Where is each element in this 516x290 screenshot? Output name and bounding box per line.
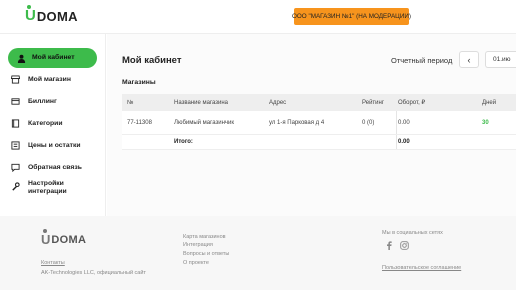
table-total-row: Итого: 0.00: [122, 135, 516, 150]
book-icon: [8, 119, 22, 128]
logo-mark: U: [25, 5, 36, 24]
footer-logo[interactable]: U DOMA: [41, 229, 87, 248]
sidebar-item-feedback[interactable]: Обратная связь: [8, 163, 97, 172]
period-prev-button[interactable]: ‹: [459, 51, 479, 68]
logo-mark: U: [41, 229, 50, 248]
period-date-field[interactable]: 01.ию: [485, 51, 516, 68]
col-header-name: Название магазина: [174, 99, 229, 106]
sidebar-item-label: Категории: [28, 119, 63, 127]
sidebar-item-label: Мой кабинет: [32, 54, 75, 61]
logo-text: DOMA: [36, 8, 78, 24]
cell-rating: 0 (0): [362, 119, 375, 126]
facebook-icon[interactable]: [383, 240, 394, 251]
cell-num: 77-11308: [127, 119, 152, 126]
sidebar-item-prices-stock[interactable]: Цены и остатки: [8, 141, 97, 150]
sidebar-item-label: Обратная связь: [28, 163, 82, 171]
sidebar-item-categories[interactable]: Категории: [8, 119, 97, 128]
page-title: Мой кабинет: [122, 55, 182, 66]
cell-turnover: 0.00: [398, 119, 410, 126]
sidebar-item-billing[interactable]: Биллинг: [8, 97, 97, 106]
wrench-icon: [8, 182, 22, 191]
chevron-left-icon: ‹: [467, 54, 471, 65]
sidebar: Мой кабинет Мой магазин Биллинг Категори…: [0, 34, 106, 216]
sidebar-item-label: Настройки интеграции: [28, 180, 67, 195]
footer-link-integration[interactable]: Интеграция: [183, 242, 213, 248]
col-header-turnover: Оборот, ₽: [398, 100, 426, 106]
main-content: Мой кабинет Отчетный период ‹ 01.ию Мага…: [107, 34, 516, 216]
store-status-button[interactable]: ООО "МАГАЗИН №1" (НА МОДЕРАЦИИ): [292, 8, 411, 25]
billing-icon: [8, 97, 22, 106]
footer-link-faq[interactable]: Вопросы и ответы: [183, 251, 229, 257]
footer-company: AK-Technologies LLC, официальный сайт: [41, 270, 146, 276]
col-header-address: Адрес: [269, 99, 287, 106]
sidebar-item-integration-settings[interactable]: Настройки интеграции: [8, 180, 97, 196]
cell-name: Любимый магазинчик: [174, 119, 234, 126]
total-label: Итого:: [174, 139, 193, 145]
udoma-logo[interactable]: U DOMA: [25, 5, 78, 24]
footer-social-title: Мы в социальных сетях: [382, 230, 443, 236]
chat-icon: [8, 163, 22, 172]
section-title: Магазины: [122, 79, 156, 86]
footer-link-about[interactable]: О проекте: [183, 260, 209, 266]
top-header: U DOMA ООО "МАГАЗИН №1" (НА МОДЕРАЦИИ): [0, 0, 516, 34]
column-divider: [396, 111, 397, 134]
col-header-num: №: [127, 99, 134, 106]
sidebar-item-label: Мой магазин: [28, 75, 71, 83]
total-turnover: 0.00: [398, 139, 410, 145]
sidebar-item-my-cabinet[interactable]: Мой кабинет: [8, 48, 97, 68]
table-header-row: № Название магазина Адрес Рейтинг Оборот…: [122, 94, 516, 111]
store-icon: [8, 75, 22, 84]
user-icon: [14, 54, 28, 63]
col-header-rating: Рейтинг: [362, 99, 385, 106]
page: U DOMA ООО "МАГАЗИН №1" (НА МОДЕРАЦИИ) М…: [0, 0, 516, 290]
sidebar-item-label: Цены и остатки: [28, 141, 81, 149]
column-divider: [396, 135, 397, 149]
col-header-days: Дней: [482, 99, 497, 106]
cell-address: ул 1-я Парковая д 4: [269, 119, 325, 126]
footer-link-map[interactable]: Карта магазинов: [183, 234, 226, 240]
cell-days: 30: [482, 119, 489, 126]
sidebar-item-my-store[interactable]: Мой магазин: [8, 75, 97, 84]
footer-contacts-link[interactable]: Контакты: [41, 260, 65, 266]
footer-agreement-link[interactable]: Пользовательское соглашение: [382, 265, 461, 271]
instagram-icon[interactable]: [399, 240, 410, 251]
list-icon: [8, 141, 22, 150]
footer: U DOMA Контакты AK-Technologies LLC, офи…: [0, 216, 516, 290]
sidebar-item-label: Биллинг: [28, 97, 57, 105]
table-row[interactable]: 77-11308 Любимый магазинчик ул 1-я Парко…: [122, 111, 516, 135]
logo-text: DOMA: [51, 234, 87, 246]
period-label: Отчетный период: [391, 56, 453, 65]
stores-table: № Название магазина Адрес Рейтинг Оборот…: [122, 94, 516, 150]
